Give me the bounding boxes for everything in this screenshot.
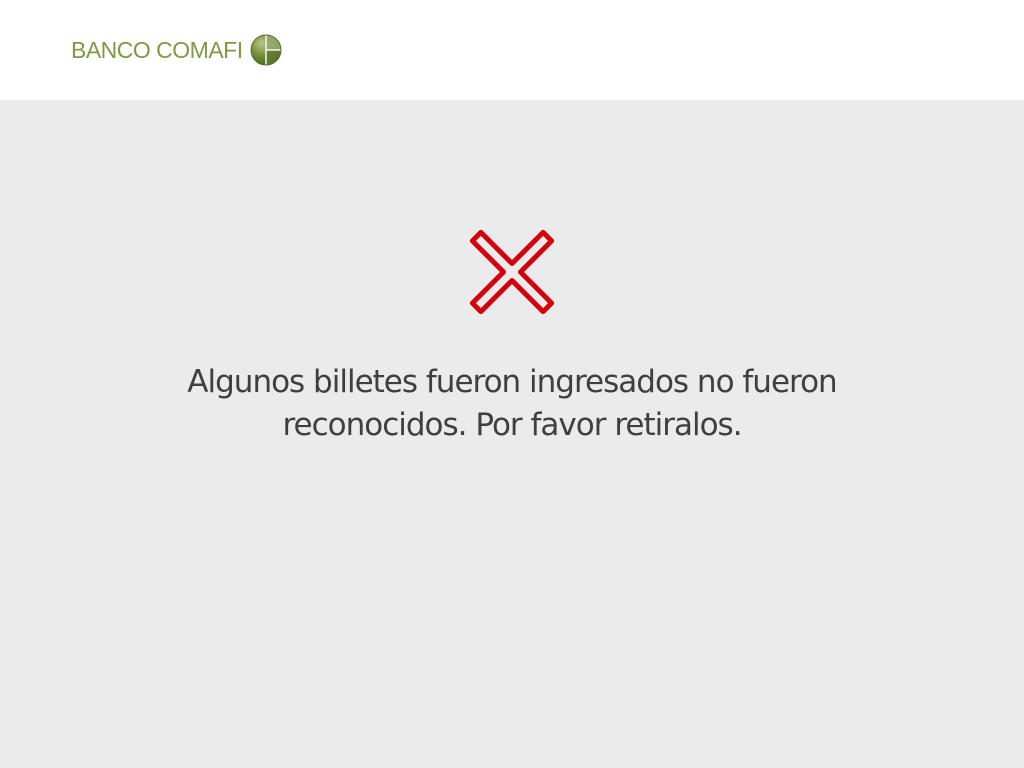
brand-logo: BANCO COMAFI — [71, 32, 282, 68]
globe-logo-icon — [250, 34, 282, 66]
status-message-line-2: reconocidos. Por favor retiralos. — [282, 407, 742, 443]
status-message: Algunos billetes fueron ingresados no fu… — [112, 361, 912, 447]
close-icon — [469, 229, 555, 315]
header-bar: BANCO COMAFI — [0, 0, 1024, 100]
atm-screen: BANCO COMAFI Algunos billetes fueron ing… — [0, 0, 1024, 768]
status-message-line-1: Algunos billetes fueron ingresados no fu… — [187, 364, 837, 400]
brand-name: BANCO COMAFI — [71, 37, 243, 63]
